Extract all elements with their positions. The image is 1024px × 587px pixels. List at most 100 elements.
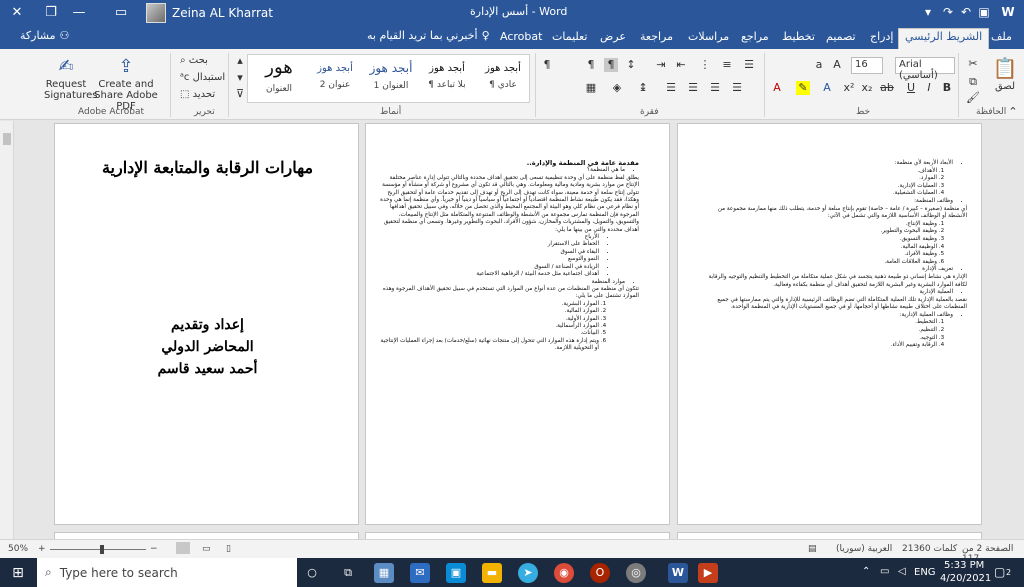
tab-file[interactable]: ملف (985, 29, 1018, 47)
tab-design[interactable]: تصميم (820, 29, 862, 47)
volume-icon[interactable]: ◁ (898, 566, 906, 587)
ltr-icon[interactable]: ¶ (584, 58, 598, 72)
input-language[interactable]: ENG (914, 567, 936, 587)
multilevel-list-icon[interactable]: ⋮ (698, 58, 712, 72)
page-cover[interactable]: مهارات الرقابة والمتابعة الإدارية إعداد … (54, 123, 359, 525)
save-icon[interactable]: ▣ (976, 4, 992, 20)
zoom-out-icon[interactable]: − (150, 544, 158, 554)
clock-date[interactable]: 4/20/2021 (940, 573, 991, 587)
tab-view[interactable]: عرض (594, 29, 632, 47)
bold-icon[interactable]: B (940, 81, 954, 95)
tab-acrobat[interactable]: Acrobat (494, 29, 548, 47)
tab-references[interactable]: مراجع (735, 29, 775, 47)
word-count[interactable]: 21360 كلمات (902, 544, 957, 554)
account-area[interactable]: Zeina AL Kharrat (146, 2, 273, 23)
calculator-icon[interactable]: ▦ (374, 563, 394, 583)
app-icon[interactable]: ▶ (698, 563, 718, 583)
network-icon[interactable]: ▭ (880, 566, 889, 587)
page-intro[interactable]: مقدمة عامة في المنظمة والإدارة.. ما هي ا… (365, 123, 670, 525)
word-taskbar-icon[interactable]: W (668, 563, 688, 583)
shrink-font-icon[interactable]: a (812, 58, 826, 72)
customize-quick-access-icon[interactable]: ▾ (920, 4, 936, 20)
underline-icon[interactable]: U (904, 81, 918, 95)
font-color-icon[interactable]: A (770, 81, 784, 95)
redo-icon[interactable]: ↷ (940, 4, 956, 20)
tab-insert[interactable]: إدراج (864, 29, 899, 47)
mail-icon[interactable]: ✉ (410, 563, 430, 583)
web-layout-icon[interactable]: ▭ (202, 544, 211, 554)
superscript-icon[interactable]: x² (842, 81, 856, 95)
borders-icon[interactable]: ▦ (584, 81, 598, 95)
style-normal[interactable]: أبجد هوز ¶ عادي (476, 55, 530, 102)
taskbar-search[interactable]: ⌕ Type here to search (37, 558, 297, 587)
style-heading-2[interactable]: أبجد هوز عنوان 2 (308, 55, 362, 102)
find-button[interactable]: ⌕ بحث (180, 55, 208, 66)
cut-icon[interactable]: ✂ (966, 57, 980, 71)
ribbon-display-icon[interactable]: ▭ (108, 0, 134, 25)
text-effects-icon[interactable]: A (820, 81, 834, 95)
copy-icon[interactable]: ⧉ (966, 75, 980, 89)
styles-scroll-down-icon[interactable]: ▾ (233, 71, 247, 85)
grow-font-icon[interactable]: A (830, 58, 844, 72)
create-pdf-button[interactable]: ⇪ Create and Share Adobe PDF (90, 55, 162, 112)
tab-layout[interactable]: تخطيط (776, 29, 821, 47)
proofing-icon[interactable]: ▤ (808, 544, 817, 554)
zoom-level[interactable]: 50% (8, 544, 28, 554)
tab-mailings[interactable]: مراسلات (682, 29, 735, 47)
zoom-in-icon[interactable]: + (38, 544, 46, 554)
scrollbar-thumb[interactable] (3, 133, 11, 145)
font-size-field[interactable]: 16 (851, 57, 883, 74)
sort-icon[interactable]: ↕ (624, 58, 638, 72)
replace-button[interactable]: ᵃc استبدال (180, 72, 225, 83)
chrome-icon[interactable]: ◉ (554, 563, 574, 583)
tab-help[interactable]: تعليمات (546, 29, 593, 47)
align-left-icon[interactable]: ☰ (686, 81, 700, 95)
telegram-icon[interactable]: ➤ (518, 563, 538, 583)
style-title[interactable]: هور العنوان (252, 55, 306, 102)
page-functions[interactable]: الأبعاد الأربعة لأي منظمة: الأهداف. المو… (677, 123, 982, 525)
request-signatures-button[interactable]: ✍ Request Signatures (44, 55, 97, 101)
document-area[interactable]: مهارات الرقابة والمتابعة الإدارية إعداد … (0, 121, 1024, 542)
file-explorer-icon[interactable]: ▬ (482, 563, 502, 583)
show-marks-icon[interactable]: ¶ (540, 58, 554, 72)
tab-home[interactable]: الشريط الرئيسي (898, 28, 990, 49)
tray-overflow-icon[interactable]: ⌃ (862, 566, 870, 587)
undo-icon[interactable]: ↶ (958, 4, 974, 20)
subscript-icon[interactable]: x₂ (860, 81, 874, 95)
restore-icon[interactable]: ❐ (38, 0, 64, 25)
decrease-indent-icon[interactable]: ⇤ (674, 58, 688, 72)
italic-icon[interactable]: I (922, 81, 936, 95)
style-heading-1[interactable]: أبجد هوز العنوان 1 (364, 55, 418, 102)
paste-button[interactable]: 📋 لصق (990, 55, 1020, 92)
language-indicator[interactable]: العربية (سوريا) (836, 544, 892, 554)
font-name-field[interactable]: Arial (أساسي) (895, 57, 955, 81)
highlight-icon[interactable]: ✎ (796, 81, 810, 95)
share-button[interactable]: مشاركة ⚇ (20, 29, 69, 42)
line-spacing-icon[interactable]: ↨ (636, 81, 650, 95)
strikethrough-icon[interactable]: ab (880, 81, 894, 95)
opera-icon[interactable]: O (590, 563, 610, 583)
vertical-scrollbar[interactable] (0, 121, 14, 539)
select-button[interactable]: ⬚ تحديد (180, 89, 215, 100)
zoom-slider-thumb[interactable] (100, 545, 104, 554)
cortana-icon[interactable]: ○ (302, 563, 322, 583)
read-mode-icon[interactable]: ▯ (226, 544, 231, 554)
close-icon[interactable]: ✕ (4, 0, 30, 25)
justify-icon[interactable]: ☰ (664, 81, 678, 95)
increase-indent-icon[interactable]: ⇥ (654, 58, 668, 72)
styles-more-icon[interactable]: ⊽ (233, 87, 247, 101)
tab-review[interactable]: مراجعة (634, 29, 679, 47)
minimize-icon[interactable]: — (66, 0, 92, 25)
tell-me-box[interactable]: أخبرني بما تريد القيام به ♀ (367, 29, 490, 42)
print-layout-icon[interactable] (176, 542, 190, 554)
zoom-slider[interactable] (50, 549, 146, 550)
style-no-spacing[interactable]: أبجد هوز ¶ بلا تباعد (420, 55, 474, 102)
bullets-icon[interactable]: ☰ (742, 58, 756, 72)
photos-icon[interactable]: ▣ (446, 563, 466, 583)
numbering-icon[interactable]: ≡ (720, 58, 734, 72)
format-painter-icon[interactable]: 🖌 (966, 91, 980, 105)
notification-icon[interactable]: ▢ (994, 565, 1005, 587)
task-view-icon[interactable]: ⧉ (338, 563, 358, 583)
collapse-ribbon-icon[interactable]: ⌃ (1006, 105, 1020, 119)
styles-scroll-up-icon[interactable]: ▴ (233, 54, 247, 68)
